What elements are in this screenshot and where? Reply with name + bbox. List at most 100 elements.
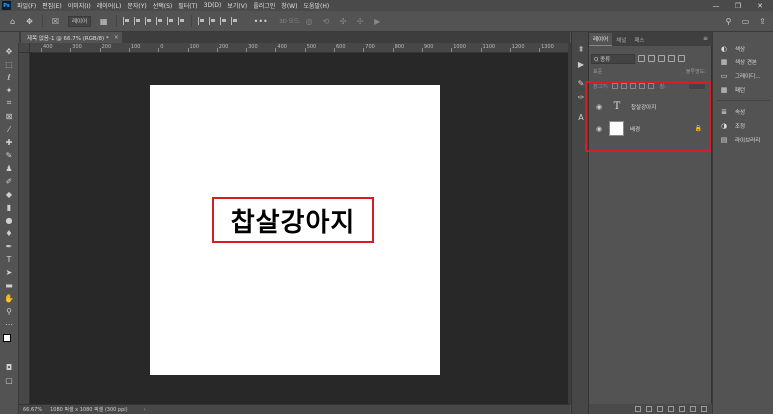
3d-slide-icon[interactable]: ✢ [354, 15, 367, 28]
ruler-origin[interactable] [19, 43, 30, 53]
healing-brush-icon[interactable]: ✚ [3, 137, 15, 147]
distribute-icon[interactable] [209, 17, 216, 25]
align-middle-icon[interactable] [167, 17, 174, 25]
layer-row-text[interactable]: ◉ T 찹살강아지 [589, 96, 712, 117]
history-brush-icon[interactable]: ✐ [3, 176, 15, 186]
menu-help[interactable]: 도움말(H) [300, 1, 332, 10]
canvas-area[interactable]: 찹살강아지 [30, 53, 568, 404]
trash-icon[interactable] [701, 406, 707, 412]
dodge-icon[interactable]: ♦ [3, 228, 15, 238]
panel-libraries[interactable]: ▤ 라이브러리 [713, 134, 773, 145]
lock-all-icon[interactable] [647, 83, 654, 89]
panel-adjustments[interactable]: ◑ 조정 [713, 120, 773, 131]
vertical-ruler[interactable] [19, 43, 30, 404]
hand-icon[interactable]: ✋ [3, 293, 15, 303]
filter-type-icon[interactable] [658, 55, 665, 62]
group-icon[interactable] [679, 406, 685, 412]
visibility-eye-icon[interactable]: ◉ [593, 125, 605, 133]
3d-drag-icon[interactable]: ✣ [337, 15, 350, 28]
filter-adjustment-icon[interactable] [648, 55, 655, 62]
menu-view[interactable]: 보기(V) [224, 1, 250, 10]
menu-file[interactable]: 파일(F) [14, 1, 39, 10]
filter-shape-icon[interactable] [668, 55, 675, 62]
foreground-background-color-icon[interactable] [3, 334, 15, 348]
auto-select-dropdown[interactable]: 레이어 [68, 15, 92, 27]
search-icon[interactable]: ⚲ [722, 15, 735, 28]
close-window-button[interactable]: ✕ [749, 0, 771, 11]
menu-plugins[interactable]: 플러그인 [250, 1, 278, 10]
menu-image[interactable]: 이미지(I) [65, 1, 94, 10]
zoom-level[interactable]: 66.67% [19, 407, 46, 413]
pen-icon[interactable]: ✒ [3, 241, 15, 251]
brush-settings-icon[interactable]: ✎ [575, 78, 587, 88]
new-layer-icon[interactable] [690, 406, 696, 412]
filter-pixel-icon[interactable] [638, 55, 645, 62]
tab-channels[interactable]: 채널 [612, 34, 630, 46]
lock-position-icon[interactable] [629, 83, 636, 89]
menu-layer[interactable]: 레이어(L) [94, 1, 125, 10]
status-menu-arrow[interactable]: › [140, 407, 150, 413]
character-icon[interactable]: A [575, 112, 587, 122]
align-left-icon[interactable] [123, 17, 130, 25]
tab-layers[interactable]: 레이어 [589, 33, 613, 46]
brush-icon[interactable]: ✎ [3, 150, 15, 160]
visibility-eye-icon[interactable]: ◉ [593, 103, 605, 111]
more-options-icon[interactable]: ••• [254, 15, 268, 28]
layer-row-background[interactable]: ◉ 배경 🔒 [589, 118, 712, 139]
distribute-icon[interactable] [198, 17, 205, 25]
actions-icon[interactable]: ▶ [575, 59, 587, 69]
panel-swatches[interactable]: ▦ 색상 견본 [713, 56, 773, 67]
crop-icon[interactable]: ⌗ [3, 98, 15, 108]
3d-roll-icon[interactable]: ⟲ [320, 15, 333, 28]
menu-select[interactable]: 선택(S) [150, 1, 176, 10]
blend-mode-dropdown[interactable]: 표준 [593, 68, 602, 75]
share-icon[interactable]: ⇪ [756, 15, 769, 28]
shape-icon[interactable]: ▬ [3, 280, 15, 290]
lasso-icon[interactable]: ℓ [3, 72, 15, 82]
tab-paths[interactable]: 패스 [630, 34, 648, 46]
brushes-icon[interactable]: ✑ [575, 92, 587, 102]
fx-icon[interactable] [646, 406, 652, 412]
3d-orbit-icon[interactable]: ◎ [303, 15, 316, 28]
menu-window[interactable]: 창(W) [278, 1, 300, 10]
document-canvas[interactable]: 찹살강아지 [150, 85, 440, 375]
move-tool-icon[interactable]: ✥ [23, 15, 36, 28]
frame-icon[interactable]: ⊠ [3, 111, 15, 121]
gradient-icon[interactable]: ▮ [3, 202, 15, 212]
link-layers-icon[interactable] [635, 406, 641, 412]
filter-kind-dropdown[interactable]: Q 종류 [591, 53, 635, 64]
path-selection-icon[interactable]: ➤ [3, 267, 15, 277]
blur-icon[interactable]: ● [3, 215, 15, 225]
quick-mask-icon[interactable]: ◘ [3, 362, 15, 372]
layer-name[interactable]: 배경 [630, 125, 640, 133]
menu-filter[interactable]: 필터(T) [175, 1, 200, 10]
home-icon[interactable]: ⌂ [6, 15, 19, 28]
fill-field[interactable] [688, 82, 706, 90]
magic-wand-icon[interactable]: ✦ [3, 85, 15, 95]
3d-camera-icon[interactable]: ▶ [371, 15, 384, 28]
distribute-icon[interactable] [220, 17, 227, 25]
layer-name[interactable]: 찹살강아지 [631, 103, 656, 111]
minimize-button[interactable]: — [705, 0, 727, 11]
panel-gradients[interactable]: ▭ 그레이디... [713, 70, 773, 81]
tab-document[interactable]: 제목 없음-1 @ 66.7% (RGB/8) * × [21, 32, 122, 43]
panel-color[interactable]: ◐ 색상 [713, 43, 773, 54]
adjustment-layer-icon[interactable] [668, 406, 674, 412]
transform-controls-icon[interactable]: ▦ [97, 15, 110, 28]
workspace-icon[interactable]: ▭ [739, 15, 752, 28]
align-bottom-icon[interactable] [178, 17, 185, 25]
menu-edit[interactable]: 편집(E) [39, 1, 65, 10]
panel-menu-icon[interactable]: ≡ [703, 35, 708, 42]
marquee-icon[interactable]: ⬚ [3, 59, 15, 69]
panel-properties[interactable]: ≣ 속성 [713, 106, 773, 117]
filter-smart-object-icon[interactable] [678, 55, 685, 62]
lock-artboard-icon[interactable] [638, 83, 645, 89]
more-tools-icon[interactable]: ⋯ [3, 319, 15, 329]
menu-type[interactable]: 문자(Y) [124, 1, 149, 10]
canvas-text-layer[interactable]: 찹살강아지 [212, 197, 374, 243]
type-icon[interactable]: T [3, 254, 15, 264]
eyedropper-icon[interactable]: ⁄ [3, 124, 15, 134]
layer-lock-icon[interactable]: 🔒 [695, 125, 702, 132]
distribute-icon[interactable] [231, 17, 238, 25]
history-icon[interactable]: ⇞ [575, 44, 587, 54]
